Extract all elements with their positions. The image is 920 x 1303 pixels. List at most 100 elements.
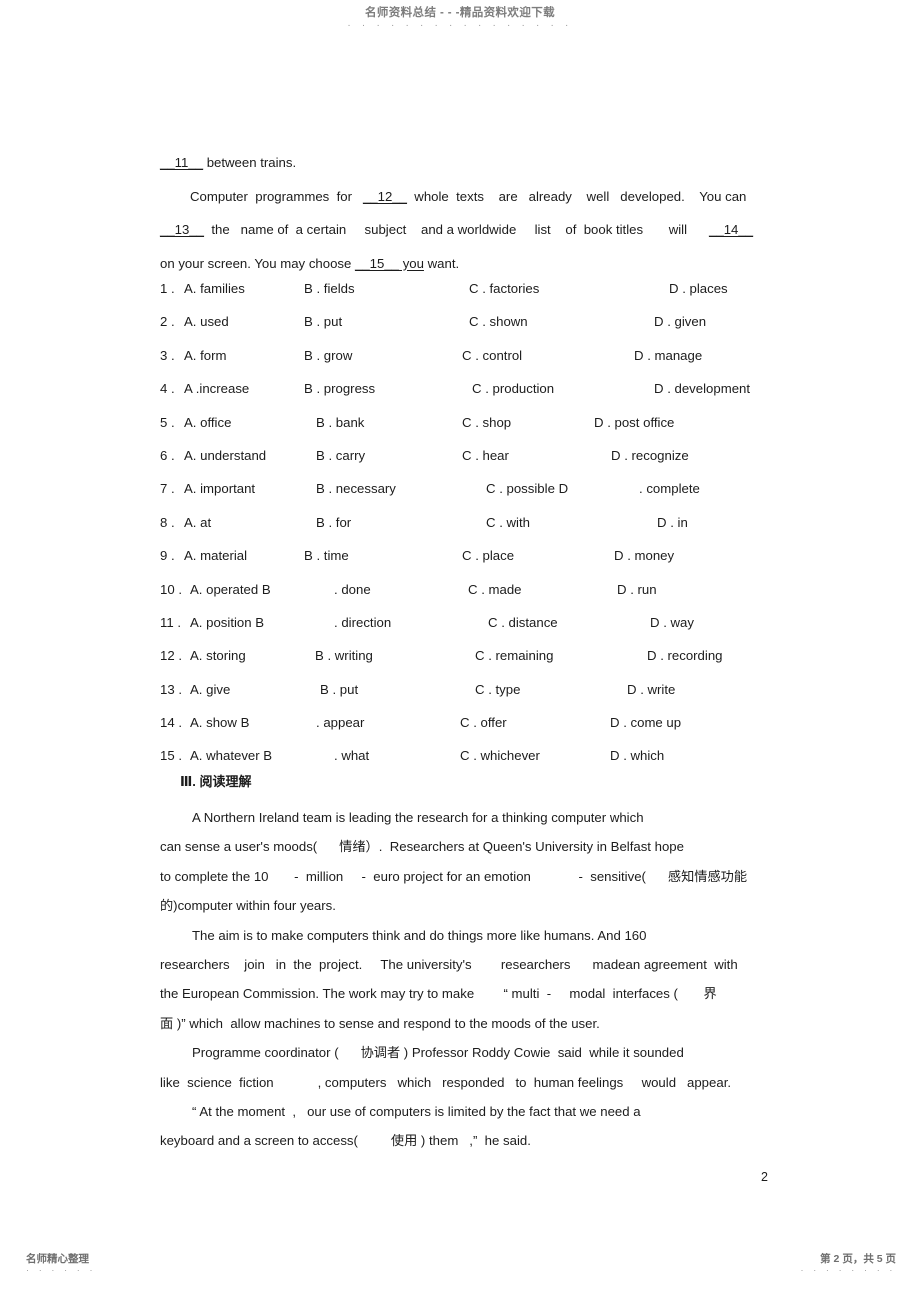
option-choice-c[interactable]: C . production — [472, 372, 554, 405]
option-choice-a[interactable]: A. operated B — [190, 573, 271, 606]
option-choice-d[interactable]: D . manage — [634, 339, 702, 372]
page-number: 2 — [761, 1170, 768, 1184]
passage-p4-line1: “ At the moment , our use of computers i… — [192, 1104, 641, 1120]
cloze-blank-15: __15__ — [355, 255, 400, 271]
option-choice-a[interactable]: A .increase — [184, 372, 249, 405]
option-choice-a[interactable]: A. at — [184, 506, 211, 539]
option-number: 4 . — [160, 381, 179, 397]
option-choice-d[interactable]: D . in — [657, 506, 688, 539]
option-choice-d[interactable]: D . given — [654, 305, 706, 338]
option-choice-d[interactable]: D . which — [610, 739, 664, 772]
cloze-line-1: __11__ between trains. — [160, 146, 772, 180]
watermark-header-dots: · · · · · · · · · · · · · · · · — [347, 20, 573, 31]
option-choice-a[interactable]: A. form — [184, 339, 227, 372]
cloze-blank-11: __11__ — [160, 155, 204, 170]
passage-p2-line4: 面 )” which allow machines to sense and r… — [160, 1015, 600, 1031]
option-row: 3 . A. form B . grow C . control D . manage — [160, 339, 780, 372]
option-choice-c[interactable]: C . hear — [462, 439, 509, 472]
option-choice-d[interactable]: D . come up — [610, 706, 681, 739]
option-choice-a[interactable]: A. material — [184, 539, 247, 572]
option-number: 2 . — [160, 314, 179, 330]
option-choice-b[interactable]: B . time — [304, 539, 349, 572]
option-choice-b[interactable]: B . necessary — [316, 472, 396, 505]
option-choice-c[interactable]: C . made — [468, 573, 522, 606]
option-choice-c[interactable]: C . factories — [469, 272, 539, 305]
option-choice-a[interactable]: A. families — [184, 272, 245, 305]
passage-p1-line2: can sense a user's moods( 情绪）. Researche… — [160, 839, 684, 855]
option-choice-a[interactable]: A. whatever B — [190, 739, 272, 772]
passage-p4-line2: keyboard and a screen to access( 使用 ) th… — [160, 1133, 531, 1149]
option-choice-c[interactable]: C . whichever — [460, 739, 540, 772]
option-number: 7 . — [160, 481, 179, 497]
option-choice-a[interactable]: A. used — [184, 305, 229, 338]
option-choice-a[interactable]: A. office — [184, 406, 231, 439]
option-choice-a[interactable]: A. important — [184, 472, 255, 505]
option-choice-d[interactable]: D . write — [627, 673, 675, 706]
option-choice-d[interactable]: D . post office — [594, 406, 674, 439]
option-row: 10 . A. operated B . done C . made D . run — [160, 573, 780, 606]
option-choice-c[interactable]: C . place — [462, 539, 514, 572]
option-choice-b[interactable]: B . progress — [304, 372, 375, 405]
option-choice-b[interactable]: B . fields — [304, 272, 355, 305]
option-number: 5 . — [160, 414, 179, 430]
option-list: 1 . A. families B . fields C . factories D … — [160, 272, 780, 773]
option-choice-d[interactable]: D . money — [614, 539, 674, 572]
option-choice-c[interactable]: C . shop — [462, 406, 511, 439]
option-row: 14 . A. show B . appear C . offer D . come … — [160, 706, 780, 739]
cloze-blank-12: __12__ — [362, 188, 407, 204]
option-choice-b[interactable]: B . grow — [304, 339, 352, 372]
option-choice-b[interactable]: . appear — [316, 706, 364, 739]
option-choice-d[interactable]: D . places — [669, 272, 728, 305]
cloze-blank-14: __14__ — [709, 222, 754, 237]
option-choice-c[interactable]: C . with — [486, 506, 530, 539]
cloze-text-block: __11__ between trains. Computer programm… — [160, 146, 772, 280]
option-choice-c[interactable]: C . offer — [460, 706, 507, 739]
option-number: 9 . — [160, 548, 179, 564]
passage-p1-line1: A Northern Ireland team is leading the r… — [192, 810, 644, 825]
cloze-line-2-text-b: whole texts are already well developed. … — [406, 188, 747, 204]
option-choice-b[interactable]: B . carry — [316, 439, 365, 472]
option-choice-c[interactable]: C . distance — [488, 606, 558, 639]
option-number: 12 . — [160, 648, 186, 664]
option-choice-d[interactable]: D . recognize — [611, 439, 689, 472]
option-number: 3 . — [160, 347, 179, 363]
passage-p3-line2: like science fiction , computers which r… — [160, 1074, 732, 1090]
option-choice-b[interactable]: . done — [334, 573, 371, 606]
option-choice-b[interactable]: B . put — [304, 305, 342, 338]
option-choice-c[interactable]: C . remaining — [475, 639, 553, 672]
cloze-line-2-text-a: Computer programmes for — [190, 188, 363, 204]
option-choice-b[interactable]: B . bank — [316, 406, 364, 439]
option-row: 2 . A. used B . put C . shown D . given — [160, 305, 780, 338]
watermark-footer-left: 名师精心整理 · · · · · · — [26, 1253, 96, 1275]
reading-passage: A Northern Ireland team is leading the r… — [160, 803, 780, 1156]
cloze-line-4-text-a: on your screen. You may choose — [160, 255, 356, 271]
option-row: 12 . A. storing B . writing C . remaining D… — [160, 639, 780, 672]
option-choice-b[interactable]: B . put — [320, 673, 358, 706]
option-row: 6 . A. understand B . carry C . hear D . re… — [160, 439, 780, 472]
option-choice-c[interactable]: C . possible D — [486, 472, 568, 505]
option-choice-b[interactable]: . what — [334, 739, 369, 772]
option-choice-d[interactable]: D . run — [617, 573, 657, 606]
option-number: 6 . — [160, 447, 179, 463]
option-row: 9 . A. material B . time C . place D . mone… — [160, 539, 780, 572]
option-choice-c[interactable]: C . type — [475, 673, 520, 706]
passage-p2-line3: the European Commission. The work may tr… — [160, 986, 717, 1002]
option-choice-b[interactable]: B . writing — [315, 639, 373, 672]
option-choice-b[interactable]: . direction — [334, 606, 391, 639]
option-choice-d[interactable]: D . recording — [647, 639, 723, 672]
option-choice-a[interactable]: A. give — [190, 673, 230, 706]
option-choice-d[interactable]: . complete — [639, 472, 700, 505]
option-choice-d[interactable]: D . development — [654, 372, 750, 405]
option-row: 7 . A. important B . necessary C . possibl… — [160, 472, 780, 505]
option-choice-c[interactable]: C . shown — [469, 305, 528, 338]
option-choice-a[interactable]: A. understand — [184, 439, 266, 472]
option-choice-a[interactable]: A. storing — [190, 639, 246, 672]
option-number: 13 . — [160, 681, 186, 697]
passage-p3-line1: Programme coordinator ( 协调者 ) Professor … — [192, 1045, 684, 1061]
option-choice-b[interactable]: B . for — [316, 506, 351, 539]
option-choice-c[interactable]: C . control — [462, 339, 522, 372]
option-choice-d[interactable]: D . way — [650, 606, 694, 639]
option-choice-a[interactable]: A. position B — [190, 606, 264, 639]
cloze-blank-13: __13__ — [160, 222, 205, 237]
option-choice-a[interactable]: A. show B — [190, 706, 249, 739]
